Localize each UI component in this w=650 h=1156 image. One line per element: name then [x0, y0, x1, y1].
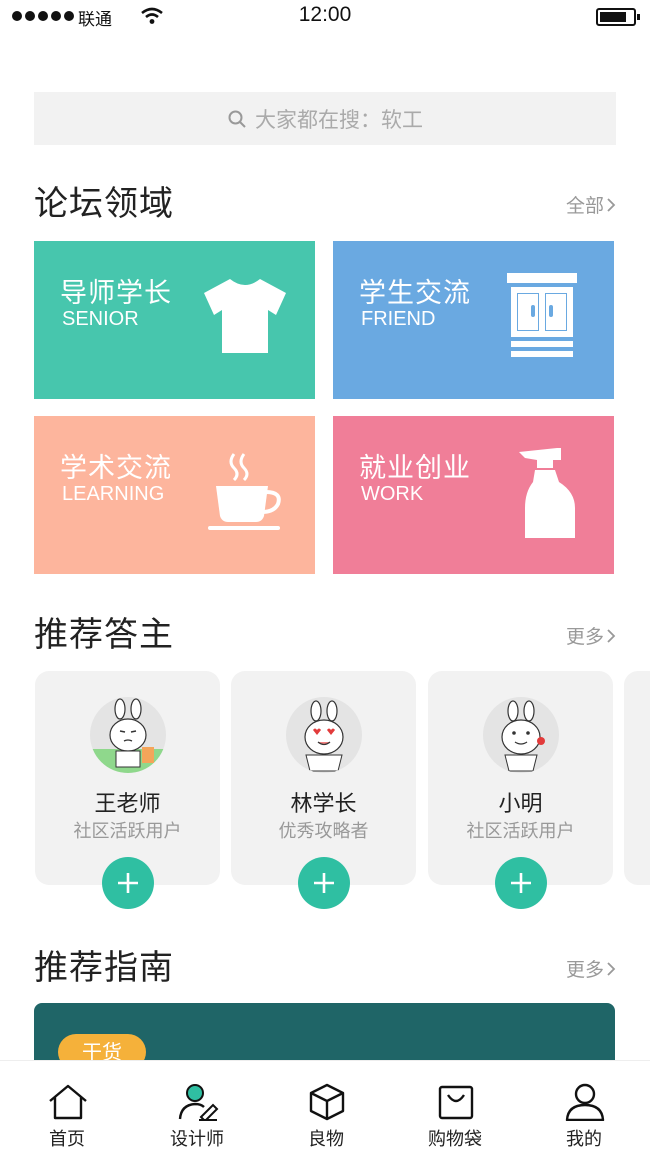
box-icon: [309, 1083, 345, 1121]
answerer-card[interactable]: 小明 社区活跃用户: [428, 671, 613, 909]
category-work[interactable]: 就业创业 WORK: [333, 416, 614, 574]
home-icon: [49, 1084, 87, 1120]
chevron-right-icon: [607, 628, 616, 643]
search-input[interactable]: 大家都在搜：软工: [34, 92, 616, 145]
answerer-name: 林学长: [290, 792, 357, 817]
answerer-name: 小明: [498, 792, 543, 817]
search-icon: [228, 110, 246, 128]
guides-section-title: 推荐指南: [34, 948, 174, 988]
category-title: 导师学长: [60, 278, 172, 309]
tab-label: 我的: [566, 1129, 602, 1150]
category-subtitle: FRIEND: [361, 308, 436, 330]
designer-icon: [178, 1084, 219, 1121]
bottom-tab-bar: 首页 设计师 良物 购物袋 我的: [0, 1060, 650, 1156]
tab-label: 良物: [308, 1129, 344, 1150]
plus-icon: [118, 873, 138, 893]
answerer-card-partial[interactable]: [624, 671, 650, 885]
answerer-role: 优秀攻略者: [278, 821, 369, 842]
answerer-name: 王老师: [94, 792, 161, 817]
category-title: 就业创业: [359, 453, 471, 484]
tab-label: 购物袋: [428, 1129, 482, 1150]
category-subtitle: WORK: [361, 483, 424, 505]
tab-goods[interactable]: 良物: [261, 1061, 391, 1156]
answerers-section-title: 推荐答主: [34, 615, 174, 655]
answerers-more-label: 更多: [565, 626, 604, 648]
answerer-role: 社区活跃用户: [466, 821, 575, 842]
plus-icon: [511, 873, 531, 893]
follow-button[interactable]: [495, 857, 547, 909]
tab-home[interactable]: 首页: [2, 1061, 132, 1156]
guides-more-label: 更多: [565, 959, 604, 981]
cabinet-icon: [507, 273, 577, 357]
tab-label: 首页: [49, 1129, 85, 1150]
profile-icon: [565, 1083, 605, 1121]
coffee-cup-icon: [208, 453, 281, 530]
battery-icon: [596, 8, 640, 26]
chevron-right-icon: [607, 961, 616, 976]
category-learning[interactable]: 学术交流 LEARNING: [34, 416, 315, 574]
category-friend[interactable]: 学生交流 FRIEND: [333, 241, 614, 399]
tab-designer[interactable]: 设计师: [132, 1061, 262, 1156]
answerer-role: 社区活跃用户: [73, 821, 182, 842]
tab-shopping-bag[interactable]: 购物袋: [390, 1061, 520, 1156]
category-senior[interactable]: 导师学长 SENIOR: [34, 241, 315, 399]
forum-all-link[interactable]: 全部: [566, 191, 616, 218]
answerer-card[interactable]: 林学长 优秀攻略者: [231, 671, 416, 909]
plus-icon: [314, 873, 334, 893]
category-subtitle: LEARNING: [62, 483, 165, 505]
category-title: 学生交流: [359, 278, 471, 309]
follow-button[interactable]: [102, 857, 154, 909]
tab-label: 设计师: [170, 1129, 224, 1150]
answerers-more-link[interactable]: 更多: [566, 622, 616, 649]
status-bar: 联通 12:00: [0, 0, 650, 34]
forum-section-title: 论坛领域: [34, 184, 174, 224]
spray-bottle-icon: [519, 448, 575, 538]
search-placeholder: 大家都在搜：软工: [255, 107, 423, 132]
category-subtitle: SENIOR: [62, 308, 139, 330]
tab-profile[interactable]: 我的: [519, 1061, 649, 1156]
avatar: [90, 697, 166, 773]
guides-more-link[interactable]: 更多: [566, 955, 616, 982]
status-time: 12:00: [298, 3, 352, 26]
answerer-card[interactable]: 王老师 社区活跃用户: [35, 671, 220, 909]
chevron-right-icon: [607, 197, 616, 212]
avatar: [286, 697, 362, 773]
tshirt-icon: [204, 279, 286, 353]
avatar: [483, 697, 559, 773]
follow-button[interactable]: [298, 857, 350, 909]
category-title: 学术交流: [60, 453, 172, 484]
forum-all-label: 全部: [565, 195, 604, 217]
shopping-bag-icon: [438, 1085, 474, 1120]
